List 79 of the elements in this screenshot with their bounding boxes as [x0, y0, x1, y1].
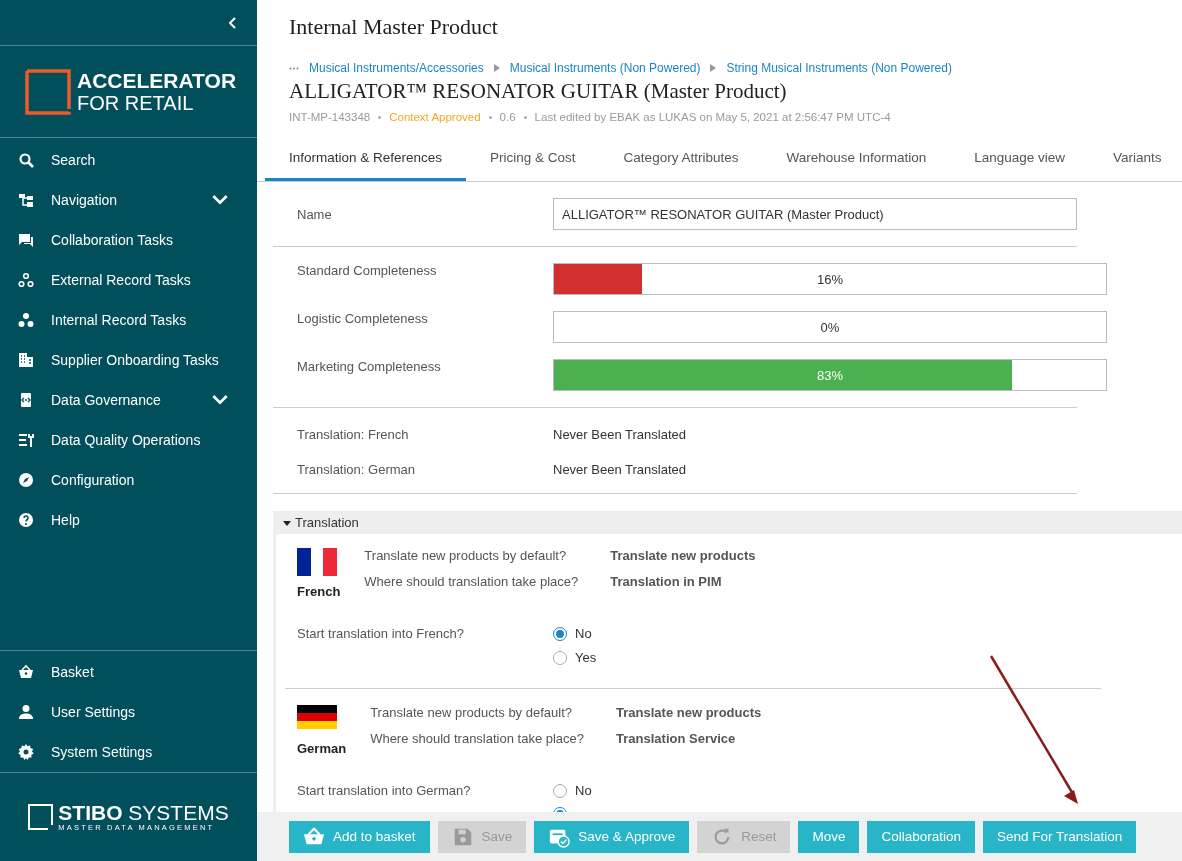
help-icon — [18, 512, 34, 528]
sidebar-item[interactable]: User Settings — [0, 692, 257, 732]
more-icon[interactable] — [289, 66, 299, 70]
product-name: ALLIGATOR™ RESONATOR GUITAR (Master Product) — [289, 79, 788, 105]
field-label: Translation: German — [297, 462, 416, 477]
tab[interactable]: Warehouse Information — [762, 137, 951, 181]
breadcrumb-link[interactable]: Musical Instruments (Non Powered) — [509, 61, 701, 75]
circles-icon — [18, 312, 34, 328]
section-header[interactable]: Translation — [273, 511, 1182, 534]
sidebar-item[interactable]: System Settings — [0, 732, 257, 772]
basket-icon — [18, 664, 34, 680]
sidebar-item[interactable]: Data Quality Operations — [0, 420, 257, 460]
triangle-right-icon — [710, 64, 717, 72]
list-wrench-icon — [18, 432, 34, 448]
radio-option[interactable]: No — [553, 626, 597, 642]
sidebar-item[interactable]: Configuration — [0, 460, 257, 500]
question-text: Where should translation take place? — [370, 731, 585, 747]
tab[interactable]: Variants — [1089, 137, 1182, 181]
tab[interactable]: Language view — [950, 137, 1090, 181]
page-title: Internal Master Product — [289, 14, 499, 41]
question-text: Where should translation take place? — [364, 574, 579, 590]
product-id: INT-MP-143348 — [289, 111, 371, 123]
question-text: Start translation into French? — [297, 626, 465, 643]
answer-text: Translation Service — [616, 731, 737, 747]
building-icon — [18, 352, 34, 368]
breadcrumb-link[interactable]: String Musical Instruments (Non Powered) — [726, 61, 952, 75]
search-icon — [18, 152, 34, 168]
section-title: Translation — [295, 515, 359, 530]
last-edited-text: Last edited by EBAK as LUKAS on May 5, 2021 at 2:56:47 PM UTC-4 — [534, 111, 891, 123]
tab[interactable]: Information & References — [265, 137, 467, 181]
percentage-text: 16% — [817, 271, 843, 287]
logo-icon — [28, 804, 55, 830]
hierarchy-icon — [18, 192, 34, 208]
sidebar-item[interactable]: Navigation — [0, 180, 257, 220]
radio-option[interactable]: Yes — [553, 650, 597, 666]
sidebar-item[interactable]: Internal Record Tasks — [0, 300, 257, 340]
question-text: Translate new products by default? — [370, 705, 573, 721]
field-label: Name — [297, 206, 333, 222]
document-icon — [18, 392, 34, 408]
logo-title: ACCELERATOR — [77, 69, 237, 92]
percentage-text: 83% — [817, 367, 843, 383]
tab[interactable]: Category Attributes — [599, 137, 763, 181]
chat-icon — [18, 232, 34, 248]
sidebar-item[interactable]: Supplier Onboarding Tasks — [0, 340, 257, 380]
sidebar-item[interactable]: External Record Tasks — [0, 260, 257, 300]
user-icon — [18, 704, 34, 720]
answer-text: Translate new products — [610, 548, 756, 564]
name-field[interactable]: ALLIGATOR™ RESONATOR GUITAR (Master Product) — [553, 198, 1077, 230]
circles-icon — [18, 272, 34, 288]
answer-text: Translation in PIM — [610, 574, 723, 590]
tab[interactable]: Pricing & Cost — [466, 137, 600, 181]
logo-subtitle: FOR RETAIL — [77, 91, 195, 114]
question-text: Start translation into German? — [297, 783, 472, 800]
answer-text: Translate new products — [616, 705, 762, 721]
logo-icon — [25, 68, 71, 115]
field-label: Translation: French — [297, 427, 410, 442]
language-name: French — [297, 584, 341, 600]
language-name: German — [297, 741, 347, 757]
footer-brand: STIBO SYSTEMS — [58, 802, 229, 823]
question-text: Translate new products by default? — [364, 548, 568, 564]
field-label: Marketing Completeness — [297, 359, 442, 374]
field-value: Never Been Translated — [553, 427, 686, 442]
triangle-right-icon — [493, 64, 500, 72]
compass-icon — [18, 472, 34, 488]
sidebar-item[interactable]: Search — [0, 140, 257, 180]
field-label: Standard Completeness — [297, 263, 438, 278]
radio-option[interactable]: No — [553, 783, 592, 799]
collapse-icon[interactable] — [229, 16, 237, 29]
field-value: Never Been Translated — [553, 462, 686, 477]
settings-icon — [18, 744, 34, 760]
version-text: 0.6 — [499, 111, 516, 123]
sidebar-item[interactable]: Basket — [0, 652, 257, 692]
percentage-text: 0% — [820, 319, 840, 335]
breadcrumb-link[interactable]: Musical Instruments/Accessories — [309, 61, 484, 75]
sidebar-item[interactable]: Data Governance — [0, 380, 257, 420]
field-label: Logistic Completeness — [297, 311, 429, 326]
status-text: Context Approved — [389, 111, 481, 123]
sidebar-item[interactable]: Collaboration Tasks — [0, 220, 257, 260]
sidebar-item[interactable]: Help — [0, 500, 257, 540]
